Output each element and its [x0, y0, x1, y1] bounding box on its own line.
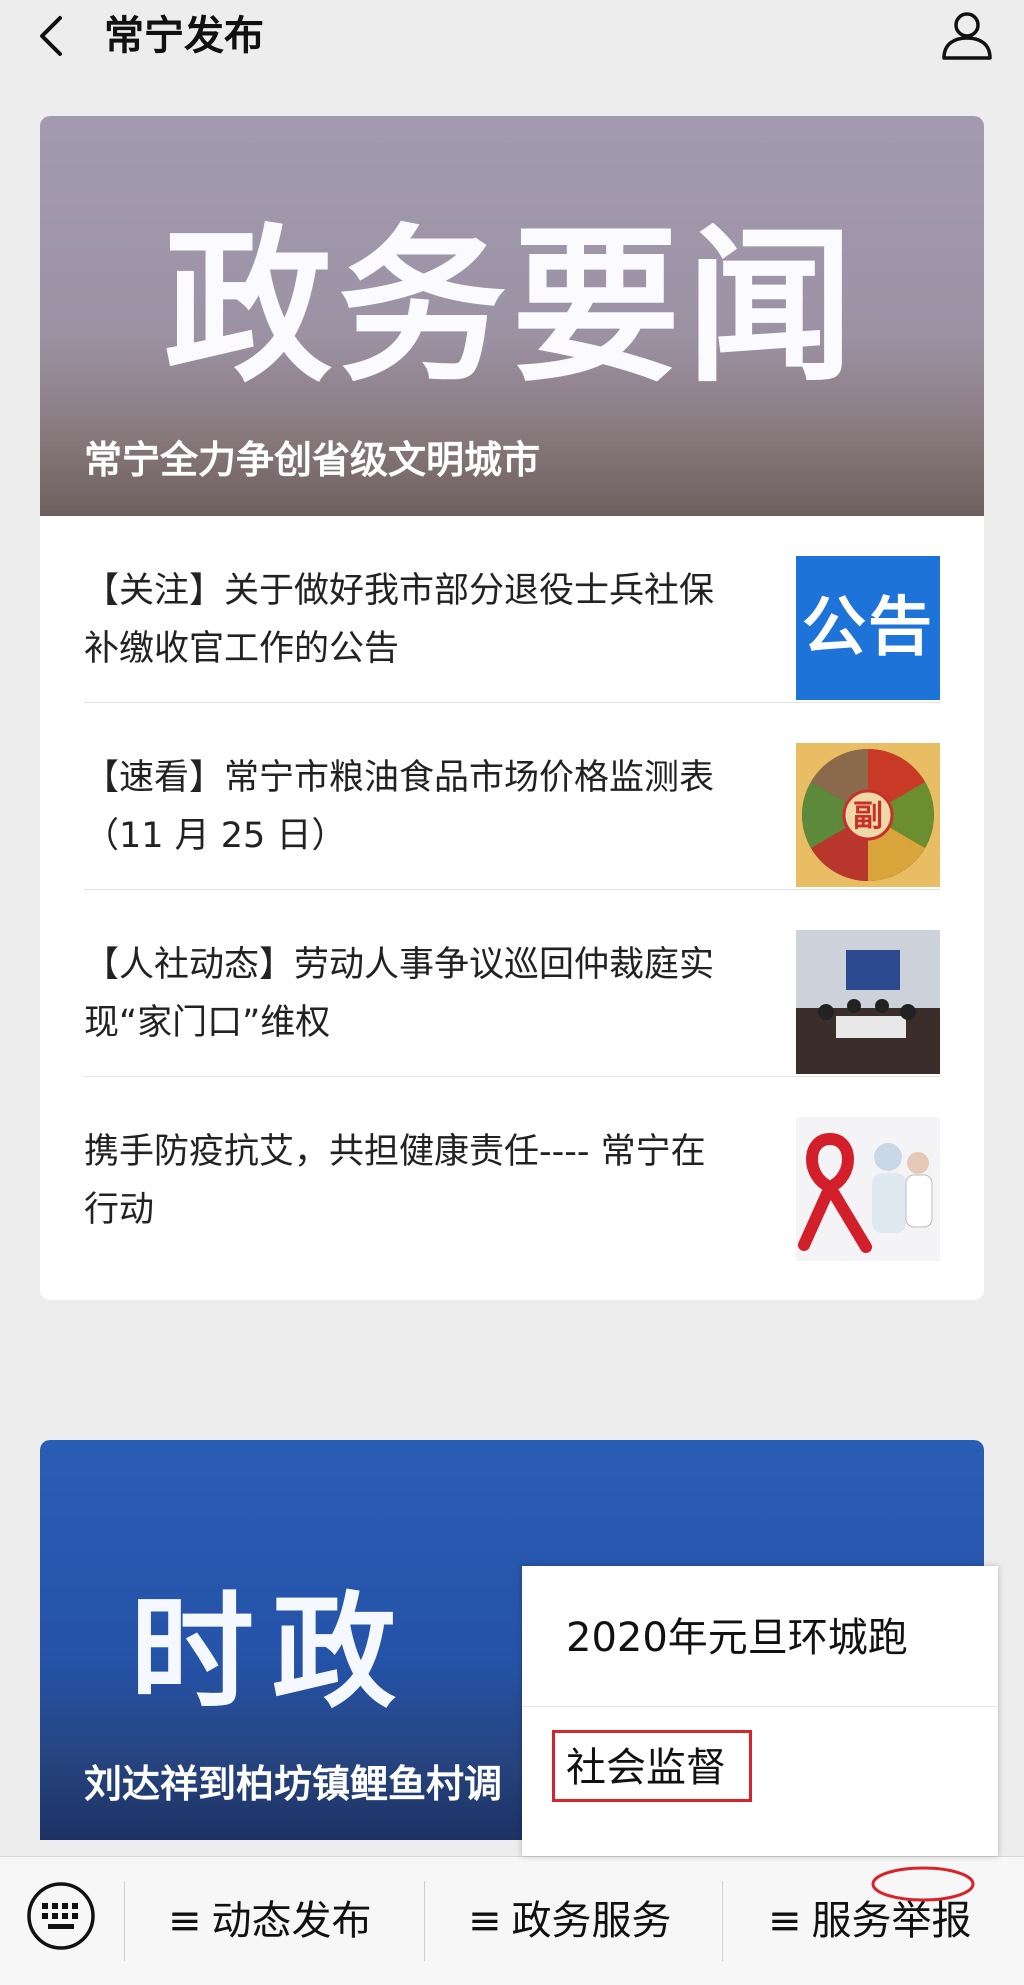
notice-thumbnail: 公告 [796, 556, 940, 700]
divider [722, 1881, 723, 1961]
submenu-item-new-year-run[interactable]: 2020年元旦环城跑 [522, 1566, 998, 1707]
menu-button-gov-service[interactable]: ≡ 政务服务 [468, 1891, 672, 1951]
hero-title: 时政 [130, 1581, 415, 1725]
divider [124, 1881, 125, 1961]
submenu-item-social-supervision[interactable]: 社会监督 [522, 1710, 998, 1850]
submenu-item-label: 社会监督 [566, 1745, 726, 1791]
hero-title: 政务要闻 [164, 209, 860, 405]
submenu-item-label: 2020年元旦环城跑 [566, 1615, 908, 1661]
health-ribbon-thumbnail [796, 1117, 940, 1261]
chevron-left-icon[interactable] [32, 14, 72, 58]
page-title: 常宁发布 [104, 13, 264, 59]
hamburger-icon: ≡ [468, 1898, 502, 1944]
top-nav-bar: 常宁发布 [0, 0, 1024, 76]
menu-button-news[interactable]: ≡ 动态发布 [168, 1891, 372, 1951]
red-circle-annotation [871, 1866, 975, 1902]
news-title: 【速看】常宁市粮油食品市场价格监测表 （11 月 25 日） [84, 758, 715, 856]
hero-caption: 刘达祥到柏坊镇鲤鱼村调 [84, 1762, 503, 1806]
news-item-4[interactable]: 携手防疫抗艾，共担健康责任---- 常宁在 行动 [84, 1077, 940, 1263]
news-title: 【关注】关于做好我市部分退役士兵社保 补缴收官工作的公告 [84, 571, 715, 669]
hero-banner[interactable]: 政务要闻 常宁全力争创省级文明城市 [40, 116, 984, 516]
news-item-2[interactable]: 【速看】常宁市粮油食品市场价格监测表 （11 月 25 日） 副 [84, 703, 940, 890]
divider [424, 1881, 425, 1961]
hero-caption: 常宁全力争创省级文明城市 [84, 438, 541, 482]
hamburger-icon: ≡ [168, 1898, 202, 1944]
svg-text:副: 副 [853, 799, 883, 834]
news-title: 携手防疫抗艾，共担健康责任---- 常宁在 行动 [84, 1132, 706, 1230]
news-title: 【人社动态】劳动人事争议巡回仲裁庭实 现“家门口”维权 [84, 945, 715, 1043]
hamburger-icon: ≡ [768, 1898, 802, 1944]
news-item-3[interactable]: 【人社动态】劳动人事争议巡回仲裁庭实 现“家门口”维权 [84, 890, 940, 1077]
food-thumbnail: 副 [796, 743, 940, 887]
person-icon[interactable] [940, 8, 994, 62]
submenu-popup: 2020年元旦环城跑 社会监督 [522, 1566, 998, 1856]
news-item-1[interactable]: 【关注】关于做好我市部分退役士兵社保 补缴收官工作的公告 公告 [84, 516, 940, 703]
meeting-photo-thumbnail [796, 930, 940, 1074]
keyboard-icon[interactable] [26, 1881, 96, 1951]
news-card-government: 政务要闻 常宁全力争创省级文明城市 【关注】关于做好我市部分退役士兵社保 补缴收… [40, 116, 984, 1300]
news-list: 【关注】关于做好我市部分退役士兵社保 补缴收官工作的公告 公告 【速看】常宁市粮… [40, 516, 984, 1263]
